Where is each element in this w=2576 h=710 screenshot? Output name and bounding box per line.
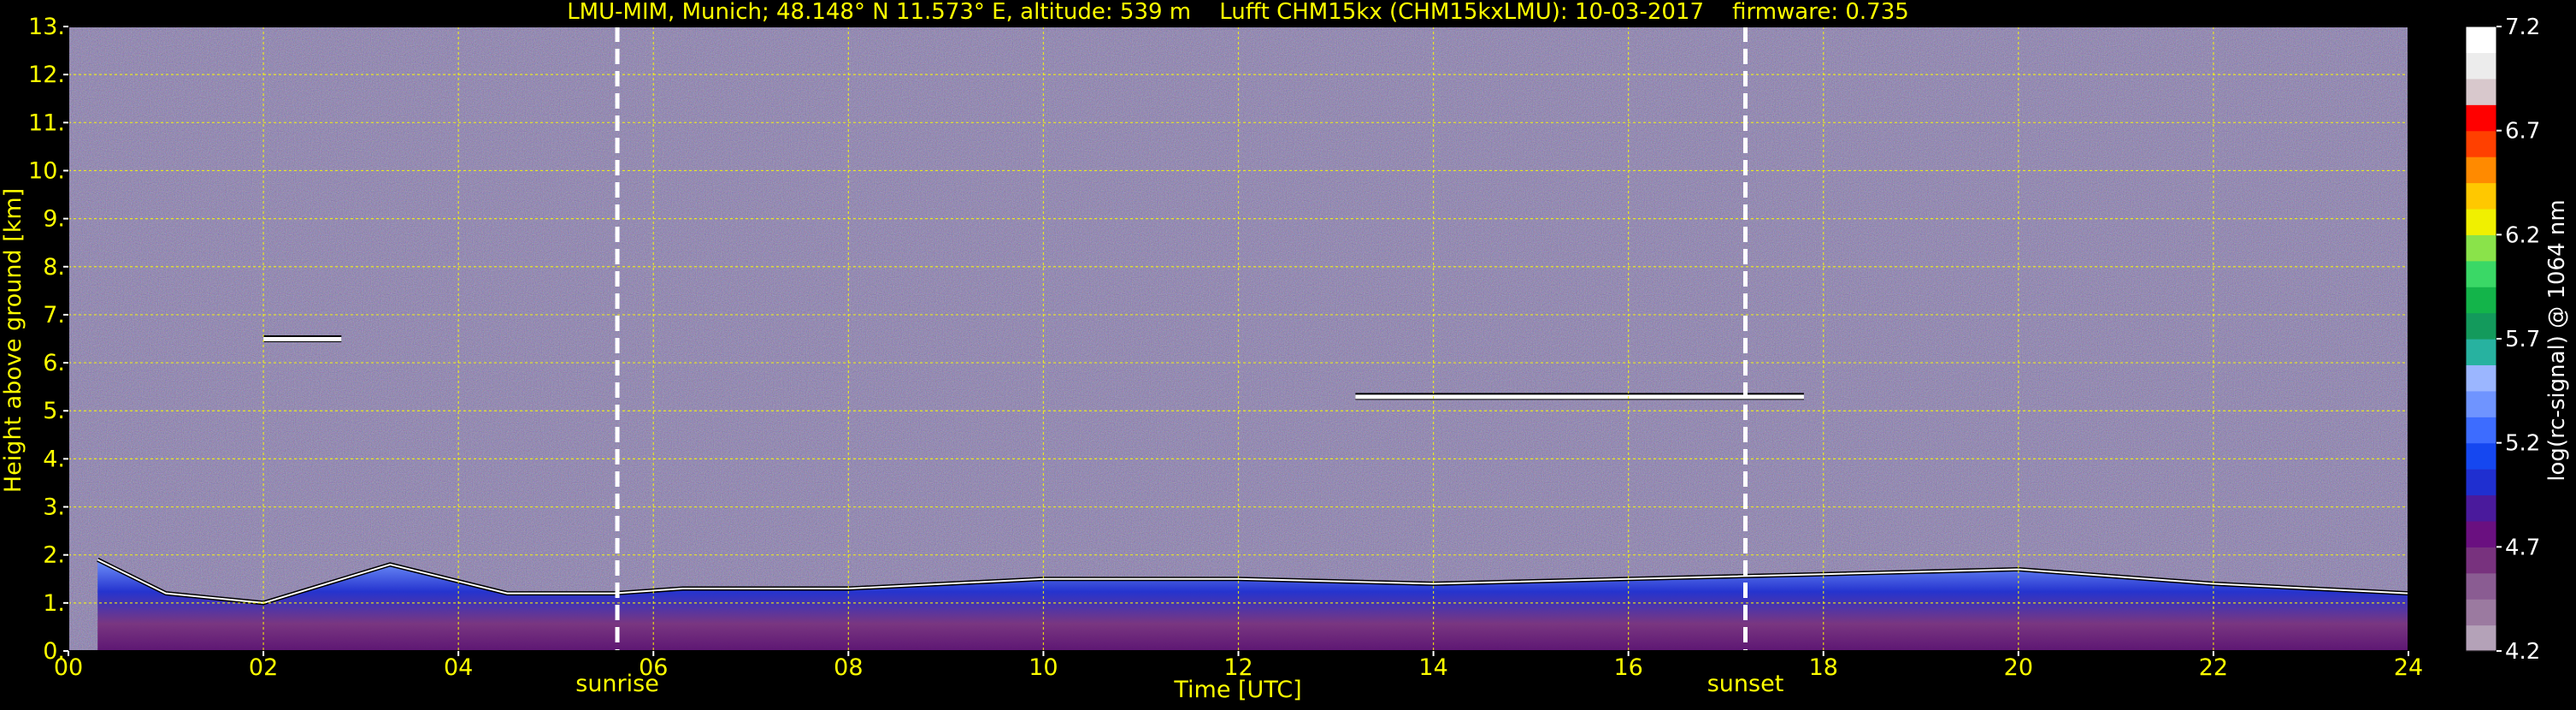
x-tick-label: 18 (1809, 654, 1838, 681)
x-tick-label: 02 (249, 654, 278, 681)
colorbar-segment (2466, 287, 2496, 314)
colorbar-segment (2466, 130, 2496, 157)
y-tick-label: 12. (28, 62, 65, 88)
x-tick-label: 10 (1029, 654, 1058, 681)
colorbar-tick-label: 4.2 (2505, 639, 2540, 665)
colorbar-tick-label: 4.7 (2505, 535, 2540, 560)
cloud-layer (263, 337, 342, 341)
x-tick-label: 20 (2004, 654, 2033, 681)
colorbar-segment (2466, 339, 2496, 366)
colorbar-tick-label: 5.2 (2505, 431, 2540, 457)
plot-area: sunrise sunset (68, 26, 2409, 697)
colorbar-tick-label: 6.7 (2505, 119, 2540, 145)
colorbar-segment (2466, 52, 2496, 80)
colorbar-segment (2466, 104, 2496, 132)
sunset-label: sunset (1707, 671, 1784, 697)
colorbar-segment (2466, 494, 2496, 522)
colorbar-label: log(rc-signal) @ 1064 nm (2544, 199, 2570, 481)
colorbar-tick-label: 7.2 (2505, 15, 2540, 40)
chart-title: LMU-MIM, Munich; 48.148° N 11.573° E, al… (567, 0, 1909, 25)
colorbar-segment (2466, 572, 2496, 600)
x-tick-label: 06 (639, 654, 668, 681)
colorbar-segment (2466, 260, 2496, 287)
y-tick-label: 3. (43, 494, 65, 521)
y-axis-label: Height above ground [km] (0, 188, 27, 493)
colorbar-segment (2466, 78, 2496, 105)
colorbar-segment (2466, 157, 2496, 184)
y-tick-label: 8. (43, 254, 65, 281)
colorbar-segment (2466, 312, 2496, 340)
x-tick-label: 08 (834, 654, 863, 681)
x-axis-label: Time [UTC] (1173, 677, 1301, 703)
y-tick-label: 13. (28, 14, 65, 40)
y-tick-label: 4. (43, 446, 65, 472)
colorbar-segment (2466, 417, 2496, 444)
y-tick-label: 6. (43, 350, 65, 376)
colorbar-segment (2466, 442, 2496, 470)
cloud-layer (1355, 394, 1804, 399)
colorbar-segment (2466, 364, 2496, 392)
colorbar-segment (2466, 547, 2496, 574)
y-tick-label: 10. (28, 157, 65, 184)
colorbar-segment (2466, 469, 2496, 496)
x-tick-label: 22 (2199, 654, 2228, 681)
colorbar-segment (2466, 234, 2496, 262)
y-tick-label: 9. (43, 206, 65, 233)
colorbar-segment (2466, 182, 2496, 210)
y-tick-label: 7. (43, 302, 65, 328)
y-tick-label: 0. (43, 638, 65, 665)
x-tick-label: 04 (444, 654, 473, 681)
colorbar-segment (2466, 390, 2496, 417)
colorbar-segment (2466, 599, 2496, 626)
y-tick-label: 2. (43, 542, 65, 569)
y-tick-label: 5. (43, 398, 65, 424)
y-axis-ticks: 0. 1. 2. 3. 4. 5. 6. 7. 8. 9. 10. 11. 12. 13. (28, 14, 68, 665)
colorbar-segment (2466, 27, 2496, 54)
backscatter-chart: sunrise sunset 00 02 04 06 08 10 12 14 16 18 20 22 24… (0, 0, 2570, 703)
colorbar-tick-label: 5.7 (2505, 327, 2540, 352)
colorbar-segment (2466, 520, 2496, 547)
y-tick-label: 11. (28, 109, 65, 136)
colorbar-segment (2466, 208, 2496, 235)
ceilometer-figure: sunrise sunset 00 02 04 06 08 10 12 14 16 18 20 22 24… (0, 0, 2576, 707)
colorbar-segment (2466, 624, 2496, 652)
x-tick-label: 16 (1613, 654, 1642, 681)
colorbar: 4.2 4.7 5.2 5.7 6.2 6.7 7.2 (2465, 15, 2540, 665)
y-tick-label: 1. (43, 590, 65, 617)
colorbar-tick-label: 6.2 (2505, 222, 2540, 248)
x-tick-label: 14 (1418, 654, 1447, 681)
x-tick-label: 24 (2394, 654, 2423, 681)
